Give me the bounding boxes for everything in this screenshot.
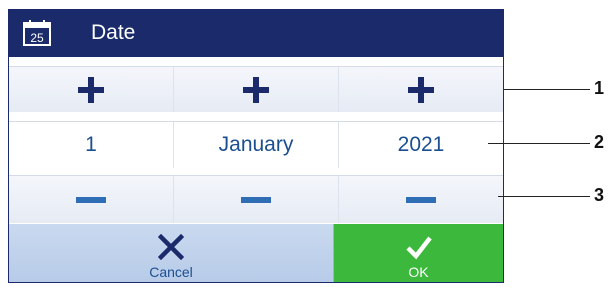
callout-number-2: 2	[594, 132, 605, 152]
month-value-field[interactable]: January	[174, 122, 339, 168]
ok-button[interactable]: OK	[334, 224, 503, 282]
ok-label: OK	[408, 264, 429, 280]
month-decrement-button[interactable]	[174, 176, 339, 223]
cancel-label: Cancel	[149, 264, 193, 280]
callout-number-1: 1	[594, 78, 605, 98]
minus-icon	[76, 196, 106, 203]
year-increment-button[interactable]	[339, 67, 503, 112]
plus-icon	[78, 76, 104, 103]
day-value-field[interactable]: 1	[9, 122, 174, 168]
day-increment-button[interactable]	[9, 67, 174, 112]
year-value-field[interactable]: 2021	[339, 122, 503, 168]
minus-icon	[241, 196, 271, 203]
year-decrement-button[interactable]	[339, 176, 503, 223]
date-dialog: 25 Date 1 January 2021 Cancel OK	[8, 9, 504, 283]
callout-line-2	[488, 143, 590, 144]
cancel-button[interactable]: Cancel	[9, 224, 334, 282]
day-value: 1	[85, 133, 97, 156]
dialog-footer: Cancel OK	[9, 224, 503, 282]
callout-number-3: 3	[594, 185, 605, 205]
callout-line-3	[498, 196, 590, 197]
callout-line-1	[504, 89, 590, 90]
checkmark-icon	[405, 236, 432, 260]
page-title: Date	[91, 21, 136, 44]
dialog-header: 25 Date	[9, 10, 503, 57]
close-icon	[158, 234, 184, 260]
year-value: 2021	[397, 133, 445, 156]
plus-icon	[243, 76, 269, 103]
decrement-row	[9, 176, 503, 223]
day-decrement-button[interactable]	[9, 176, 174, 223]
plus-icon	[408, 76, 434, 103]
date-values-row: 1 January 2021	[9, 122, 503, 168]
minus-icon	[406, 196, 436, 203]
month-increment-button[interactable]	[174, 67, 339, 112]
calendar-day-number: 25	[30, 31, 44, 45]
month-value: January	[218, 133, 294, 156]
calendar-icon: 25	[23, 20, 51, 46]
increment-row	[9, 67, 503, 112]
